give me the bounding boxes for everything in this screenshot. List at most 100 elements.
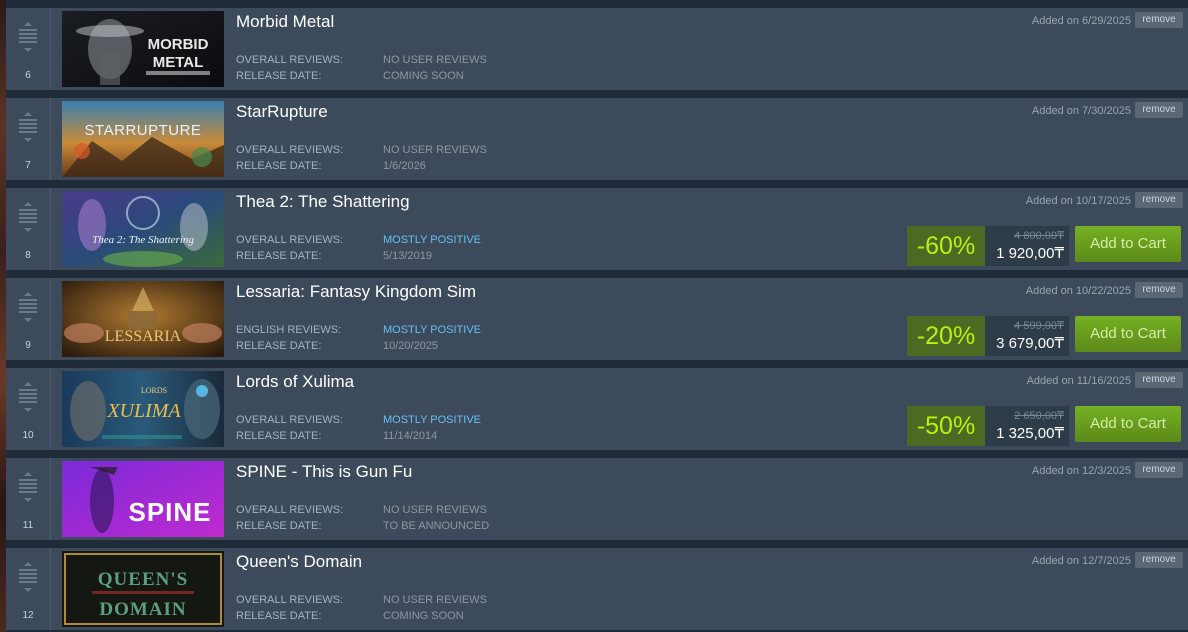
added-date: Added on 6/29/2025 bbox=[1031, 15, 1131, 27]
game-capsule-image[interactable]: LORDS XULIMA bbox=[62, 371, 224, 447]
added-date: Added on 11/16/2025 bbox=[1026, 375, 1131, 387]
drag-handle-icon bbox=[19, 472, 37, 502]
reviews-value: NO USER REVIEWS bbox=[383, 594, 487, 606]
added-date: Added on 7/30/2025 bbox=[1031, 105, 1131, 117]
remove-button[interactable]: remove bbox=[1135, 552, 1183, 568]
add-to-cart-button[interactable]: Add to Cart bbox=[1075, 316, 1181, 352]
svg-text:QUEEN'S: QUEEN'S bbox=[98, 569, 188, 590]
row-separator bbox=[6, 180, 1188, 188]
remove-button[interactable]: remove bbox=[1135, 462, 1183, 478]
final-price: 3 679,00₸ bbox=[996, 335, 1064, 352]
original-price: 4 800,00₸ bbox=[1014, 230, 1064, 242]
release-date-label: RELEASE DATE: bbox=[236, 250, 322, 262]
svg-text:STARRUPTURE: STARRUPTURE bbox=[85, 122, 202, 139]
row-separator bbox=[6, 90, 1188, 98]
remove-button[interactable]: remove bbox=[1135, 102, 1183, 118]
svg-text:XULIMA: XULIMA bbox=[106, 400, 181, 422]
drag-handle[interactable]: 6 bbox=[6, 8, 51, 90]
discount-percent: -50% bbox=[907, 406, 985, 446]
svg-text:METAL: METAL bbox=[153, 54, 204, 71]
price-block: -60% 4 800,00₸ 1 920,00₸ bbox=[907, 226, 1069, 266]
drag-handle[interactable]: 10 bbox=[6, 368, 51, 450]
reviews-value[interactable]: MOSTLY POSITIVE bbox=[383, 234, 481, 246]
game-title[interactable]: Lords of Xulima bbox=[236, 372, 354, 392]
wishlist-row[interactable]: 8 Thea 2: The Shattering Thea 2: The Sha… bbox=[6, 188, 1188, 270]
release-date-value: 11/14/2014 bbox=[383, 430, 438, 442]
game-capsule-image[interactable]: Thea 2: The Shattering bbox=[62, 191, 224, 267]
release-date-value: COMING SOON bbox=[383, 70, 464, 82]
drag-handle[interactable]: 12 bbox=[6, 548, 51, 630]
release-date-value: TO BE ANNOUNCED bbox=[383, 520, 490, 532]
game-title[interactable]: Queen's Domain bbox=[236, 552, 362, 572]
reviews-value[interactable]: MOSTLY POSITIVE bbox=[383, 324, 481, 336]
svg-text:DOMAIN: DOMAIN bbox=[99, 599, 186, 620]
svg-text:MORBID: MORBID bbox=[148, 36, 209, 53]
price-block: -20% 4 599,00₸ 3 679,00₸ bbox=[907, 316, 1069, 356]
release-date-label: RELEASE DATE: bbox=[236, 70, 322, 82]
added-date: Added on 12/3/2025 bbox=[1031, 465, 1131, 477]
reviews-label: OVERALL REVIEWS: bbox=[236, 414, 344, 426]
price-block: -50% 2 650,00₸ 1 325,00₸ bbox=[907, 406, 1069, 446]
final-price: 1 920,00₸ bbox=[996, 245, 1064, 262]
wishlist-row[interactable]: 7 STARRUPTURE StarRupture OVERALL REVIEW… bbox=[6, 98, 1188, 180]
release-date-label: RELEASE DATE: bbox=[236, 520, 322, 532]
discount-percent: -60% bbox=[907, 226, 985, 266]
wishlist-row[interactable]: 10 LORDS XULIMA Lords of Xulima OVERALL … bbox=[6, 368, 1188, 450]
drag-handle-icon bbox=[19, 292, 37, 322]
wishlist-rank: 11 bbox=[22, 520, 34, 531]
svg-text:LESSARIA: LESSARIA bbox=[105, 328, 182, 345]
drag-handle-icon bbox=[19, 202, 37, 232]
added-date: Added on 12/7/2025 bbox=[1031, 555, 1131, 567]
game-title[interactable]: Lessaria: Fantasy Kingdom Sim bbox=[236, 282, 476, 302]
release-date-label: RELEASE DATE: bbox=[236, 610, 322, 622]
added-date: Added on 10/17/2025 bbox=[1025, 195, 1131, 207]
reviews-label: OVERALL REVIEWS: bbox=[236, 54, 344, 66]
final-price: 1 325,00₸ bbox=[996, 425, 1064, 442]
remove-button[interactable]: remove bbox=[1135, 12, 1183, 28]
game-title[interactable]: SPINE - This is Gun Fu bbox=[236, 462, 412, 482]
release-date-label: RELEASE DATE: bbox=[236, 340, 322, 352]
release-date-label: RELEASE DATE: bbox=[236, 430, 322, 442]
wishlist-row[interactable]: 12 QUEEN'S DOMAIN Queen's Domain OVERALL… bbox=[6, 548, 1188, 630]
release-date-value: 1/6/2026 bbox=[383, 160, 426, 172]
game-capsule-image[interactable]: LESSARIA bbox=[62, 281, 224, 357]
reviews-label: OVERALL REVIEWS: bbox=[236, 144, 344, 156]
reviews-label: OVERALL REVIEWS: bbox=[236, 234, 344, 246]
game-title[interactable]: Morbid Metal bbox=[236, 12, 334, 32]
row-separator bbox=[6, 450, 1188, 458]
drag-handle[interactable]: 8 bbox=[6, 188, 51, 270]
game-capsule-image[interactable]: MORBID METAL bbox=[62, 11, 224, 87]
svg-text:SPINE: SPINE bbox=[128, 497, 211, 527]
row-separator bbox=[6, 0, 1188, 8]
reviews-value: NO USER REVIEWS bbox=[383, 144, 487, 156]
discount-percent: -20% bbox=[907, 316, 985, 356]
wishlist-row[interactable]: 6 MORBID METAL Morbid Metal OVERALL REVI… bbox=[6, 8, 1188, 90]
game-capsule-image[interactable]: SPINE bbox=[62, 461, 224, 537]
wishlist-rank: 7 bbox=[25, 160, 31, 171]
row-separator bbox=[6, 270, 1188, 278]
original-price: 2 650,00₸ bbox=[1014, 410, 1064, 422]
reviews-value: NO USER REVIEWS bbox=[383, 504, 487, 516]
drag-handle[interactable]: 7 bbox=[6, 98, 51, 180]
game-title[interactable]: Thea 2: The Shattering bbox=[236, 192, 410, 212]
reviews-value: NO USER REVIEWS bbox=[383, 54, 487, 66]
add-to-cart-button[interactable]: Add to Cart bbox=[1075, 226, 1181, 262]
drag-handle[interactable]: 11 bbox=[6, 458, 51, 540]
drag-handle-icon bbox=[19, 112, 37, 142]
game-title[interactable]: StarRupture bbox=[236, 102, 328, 122]
original-price: 4 599,00₸ bbox=[1014, 320, 1064, 332]
wishlist-rank: 12 bbox=[22, 610, 34, 621]
svg-text:Thea 2: The Shattering: Thea 2: The Shattering bbox=[92, 234, 194, 246]
drag-handle[interactable]: 9 bbox=[6, 278, 51, 360]
remove-button[interactable]: remove bbox=[1135, 372, 1183, 388]
game-capsule-image[interactable]: QUEEN'S DOMAIN bbox=[62, 551, 224, 627]
release-date-value: COMING SOON bbox=[383, 610, 464, 622]
add-to-cart-button[interactable]: Add to Cart bbox=[1075, 406, 1181, 442]
game-capsule-image[interactable]: STARRUPTURE bbox=[62, 101, 224, 177]
remove-button[interactable]: remove bbox=[1135, 282, 1183, 298]
wishlist-row[interactable]: 11 SPINE SPINE - This is Gun Fu OVERALL … bbox=[6, 458, 1188, 540]
reviews-value[interactable]: MOSTLY POSITIVE bbox=[383, 414, 481, 426]
remove-button[interactable]: remove bbox=[1135, 192, 1183, 208]
wishlist-row[interactable]: 9 LESSARIA Lessaria: Fantasy Kingdom Sim… bbox=[6, 278, 1188, 360]
wishlist-rank: 9 bbox=[25, 340, 31, 351]
